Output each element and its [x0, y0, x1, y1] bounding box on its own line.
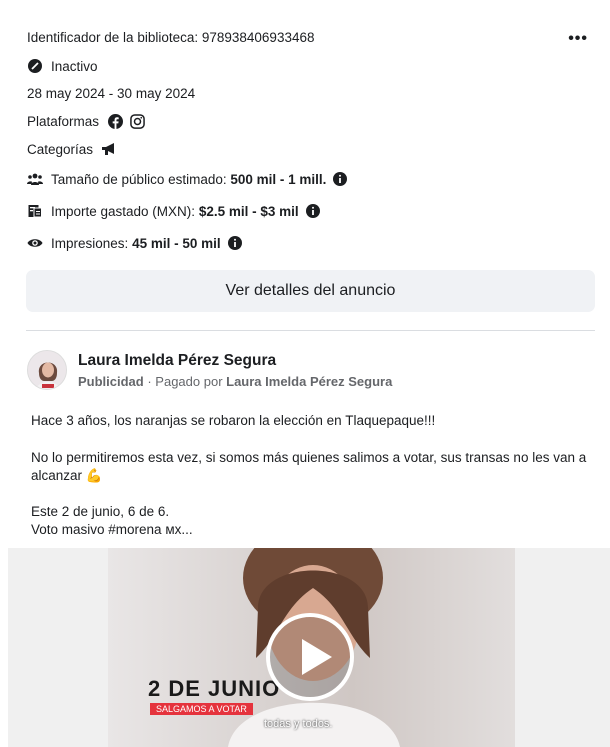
media-container: 2 DE JUNIO SALGAMOS A VOTAR todas y todo…	[8, 548, 610, 747]
post-paragraph: Hace 3 años, los naranjas se robaron la …	[31, 413, 436, 428]
library-id: Identificador de la biblioteca: 97893840…	[27, 30, 314, 45]
categories-row: Categorías	[27, 141, 125, 157]
video-subtitle: SALGAMOS A VOTAR	[150, 703, 253, 715]
video-player[interactable]: 2 DE JUNIO SALGAMOS A VOTAR todas y todo…	[108, 548, 515, 747]
avatar[interactable]	[27, 350, 67, 390]
categories-label: Categorías	[27, 141, 94, 157]
info-icon[interactable]	[332, 171, 348, 187]
play-icon[interactable]	[266, 613, 354, 701]
date-range: 28 may 2024 - 30 may 2024	[27, 86, 195, 101]
paid-by-name: Laura Imelda Pérez Segura	[226, 374, 393, 389]
separator: ·	[143, 374, 156, 389]
sponsored-line: Publicidad · Pagado por Laura Imelda Pér…	[78, 374, 392, 389]
video-title: 2 DE JUNIO	[148, 676, 281, 701]
page-name-link[interactable]: Laura Imelda Pérez Segura	[78, 352, 276, 370]
post-paragraph: No lo permitiremos esta vez, si somos má…	[31, 450, 587, 483]
post-paragraph: Este 2 de junio, 6 de 6.	[31, 504, 170, 519]
ad-card: Identificador de la biblioteca: 97893840…	[8, 0, 610, 747]
view-ad-details-button[interactable]: Ver detalles del anuncio	[26, 270, 595, 312]
spend-label: Importe gastado (MXN):	[51, 203, 196, 219]
paid-by-label: Pagado por	[155, 374, 227, 389]
spend-value: $2.5 mil - $3 mil	[198, 203, 299, 219]
status-row: Inactivo	[27, 58, 98, 74]
inactive-circle-icon	[27, 58, 43, 74]
receipt-icon	[27, 203, 43, 219]
people-icon	[27, 171, 43, 187]
platforms-label: Plataformas	[27, 113, 100, 129]
divider	[26, 330, 595, 331]
library-id-text: Identificador de la biblioteca: 97893840…	[27, 30, 315, 45]
instagram-icon	[129, 113, 145, 129]
status-text: Inactivo	[51, 58, 98, 74]
spend-row: Importe gastado (MXN): $2.5 mil - $3 mil	[27, 203, 329, 219]
facebook-icon	[107, 113, 123, 129]
more-options-button[interactable]: •••	[568, 30, 588, 48]
post-paragraph-truncated[interactable]: Voto masivo #morena ᴍx...	[31, 521, 596, 539]
megaphone-icon	[101, 141, 117, 157]
impressions-value: 45 mil - 50 mil	[132, 235, 221, 251]
audience-row: Tamaño de público estimado: 500 mil - 1 …	[27, 171, 356, 187]
audience-value: 500 mil - 1 mill.	[230, 171, 327, 187]
impressions-row: Impresiones: 45 mil - 50 mil	[27, 235, 251, 251]
info-icon[interactable]	[305, 203, 321, 219]
impressions-label: Impresiones:	[51, 235, 129, 251]
audience-label: Tamaño de público estimado:	[51, 171, 227, 187]
info-icon[interactable]	[227, 235, 243, 251]
platforms-row: Plataformas	[27, 113, 153, 129]
eye-icon	[27, 235, 43, 251]
date-range-text: 28 may 2024 - 30 may 2024	[27, 86, 196, 101]
sponsored-label: Publicidad	[78, 374, 144, 389]
video-caption: todas y todos.	[264, 718, 333, 730]
